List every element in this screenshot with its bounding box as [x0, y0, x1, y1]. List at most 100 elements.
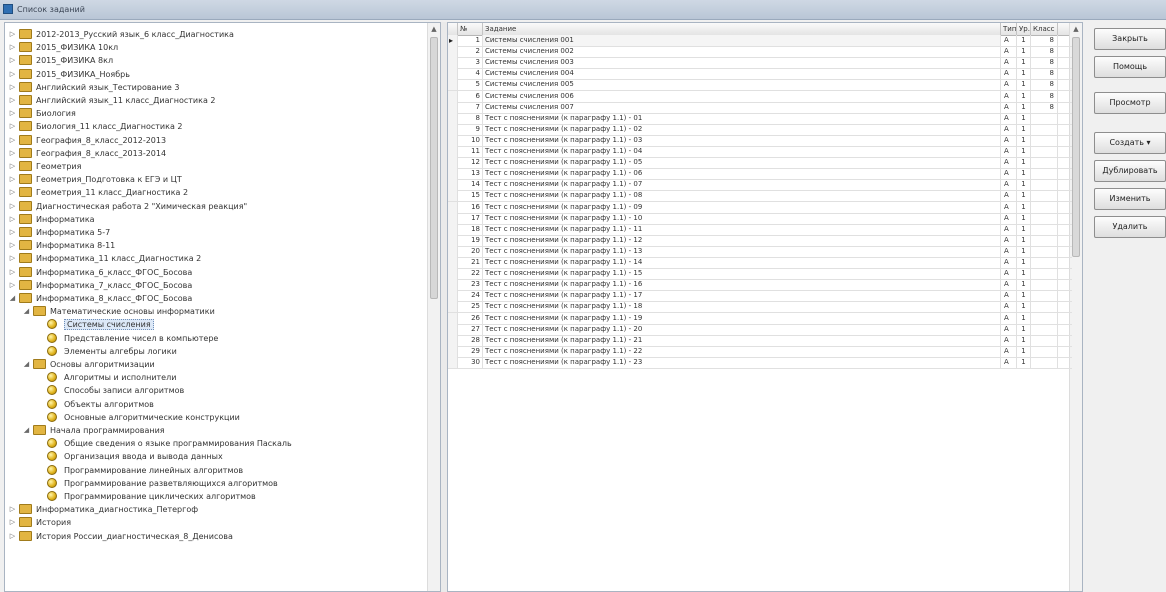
tree-folder-item[interactable]: ▷ Информатика_11 класс_Диагностика 2: [5, 252, 425, 265]
grid-scroll-thumb[interactable]: [1072, 37, 1080, 257]
row-selector[interactable]: [448, 290, 458, 302]
row-selector[interactable]: [448, 146, 458, 157]
tree-topic-item[interactable]: Организация ввода и вывода данных: [5, 450, 425, 463]
help-button[interactable]: Помощь: [1094, 56, 1166, 78]
expand-icon[interactable]: ▷: [9, 531, 16, 542]
tree-folder-item[interactable]: ◢ Математические основы информатики: [5, 305, 425, 318]
tree-folder-item[interactable]: ▷ История: [5, 516, 425, 529]
expand-icon[interactable]: ▷: [9, 42, 16, 53]
tree-topic-item[interactable]: Программирование разветвляющихся алгорит…: [5, 477, 425, 490]
collapse-icon[interactable]: ◢: [9, 293, 16, 304]
tree-topic-item[interactable]: Элементы алгебры логики: [5, 345, 425, 358]
tree-folder-item[interactable]: ▷ Биология: [5, 107, 425, 120]
scroll-up-icon[interactable]: ▲: [1070, 23, 1082, 35]
tasks-grid[interactable]: № Задание Тип Ур. Класс ▲ 1 Системы счисл…: [447, 22, 1083, 592]
expand-icon[interactable]: ▷: [9, 174, 16, 185]
row-selector[interactable]: [448, 223, 458, 235]
header-num[interactable]: №: [458, 23, 483, 35]
tree-folder-item[interactable]: ▷ Информатика_6_класс_ФГОС_Босова: [5, 266, 425, 279]
tree-folder-item[interactable]: ▷ История России_диагностическая_8_Денисо…: [5, 530, 425, 543]
row-selector[interactable]: [448, 234, 458, 246]
tree-folder-item[interactable]: ▷ География_8_класс_2012-2013: [5, 134, 425, 147]
expand-icon[interactable]: ▷: [9, 95, 16, 106]
row-selector[interactable]: [448, 323, 458, 335]
tree-folder-item[interactable]: ▷ Диагностическая работа 2 "Химическая ре…: [5, 200, 425, 213]
expand-icon[interactable]: ▷: [9, 29, 16, 40]
row-selector[interactable]: [448, 190, 458, 202]
expand-icon[interactable]: ▷: [9, 504, 16, 515]
expand-icon[interactable]: ▷: [9, 148, 16, 159]
tree-folder-item[interactable]: ▷ Информатика: [5, 213, 425, 226]
tree-scrollbar[interactable]: ▲: [427, 23, 440, 591]
tree-folder-item[interactable]: ▷ Английский язык_Тестирование 3: [5, 81, 425, 94]
expand-icon[interactable]: ▷: [9, 161, 16, 172]
row-selector[interactable]: [448, 312, 458, 324]
row-selector[interactable]: [448, 157, 458, 169]
row-selector[interactable]: [448, 201, 458, 213]
expand-icon[interactable]: ▷: [9, 121, 16, 132]
expand-icon[interactable]: ▷: [9, 187, 16, 198]
topic-tree[interactable]: ▲ ▷ 2012-2013_Русский язык_6 класс_Диагно…: [4, 22, 441, 592]
tree-folder-item[interactable]: ◢ Основы алгоритмизации: [5, 358, 425, 371]
tree-folder-item[interactable]: ▷ Геометрия_11 класс_Диагностика 2: [5, 186, 425, 199]
create-button[interactable]: Создать ▾: [1094, 132, 1166, 154]
tree-topic-item[interactable]: Основные алгоритмические конструкции: [5, 411, 425, 424]
edit-button[interactable]: Изменить: [1094, 188, 1166, 210]
preview-button[interactable]: Просмотр: [1094, 92, 1166, 114]
expand-icon[interactable]: ▷: [9, 214, 16, 225]
duplicate-button[interactable]: Дублировать: [1094, 160, 1166, 182]
row-selector[interactable]: [448, 345, 458, 357]
tree-scroll-thumb[interactable]: [430, 37, 438, 299]
row-selector[interactable]: [448, 257, 458, 268]
tree-topic-item[interactable]: Объекты алгоритмов: [5, 398, 425, 411]
row-selector[interactable]: [448, 46, 458, 58]
tree-topic-item[interactable]: Алгоритмы и исполнители: [5, 371, 425, 384]
collapse-icon[interactable]: ◢: [23, 425, 30, 436]
tree-folder-item[interactable]: ▷ Информатика_диагностика_Петергоф: [5, 503, 425, 516]
expand-icon[interactable]: ▷: [9, 82, 16, 93]
close-button[interactable]: Закрыть: [1094, 28, 1166, 50]
header-type[interactable]: Тип: [1001, 23, 1017, 35]
row-selector[interactable]: [448, 35, 458, 46]
row-selector[interactable]: [448, 356, 458, 368]
table-row[interactable]: 30 Тест с пояснениями (к параграфу 1.1) -…: [448, 356, 1072, 369]
tree-folder-item[interactable]: ▷ Информатика_7_класс_ФГОС_Босова: [5, 279, 425, 292]
tree-topic-item[interactable]: Системы счисления: [5, 318, 425, 331]
row-selector[interactable]: [448, 212, 458, 224]
tree-topic-item[interactable]: Способы записи алгоритмов: [5, 384, 425, 397]
delete-button[interactable]: Удалить: [1094, 216, 1166, 238]
tree-folder-item[interactable]: ▷ 2015_ФИЗИКА 10кл: [5, 41, 425, 54]
expand-icon[interactable]: ▷: [9, 240, 16, 251]
row-selector[interactable]: [448, 168, 458, 180]
scroll-up-icon[interactable]: ▲: [428, 23, 440, 35]
expand-icon[interactable]: ▷: [9, 517, 16, 528]
row-selector[interactable]: [448, 268, 458, 280]
tree-folder-item[interactable]: ▷ Английский язык_11 класс_Диагностика 2: [5, 94, 425, 107]
tree-folder-item[interactable]: ◢ Информатика_8_класс_ФГОС_Босова: [5, 292, 425, 305]
expand-icon[interactable]: ▷: [9, 55, 16, 66]
row-selector[interactable]: [448, 123, 458, 135]
tree-folder-item[interactable]: ▷ 2012-2013_Русский язык_6 класс_Диагност…: [5, 28, 425, 41]
header-task[interactable]: Задание: [483, 23, 1001, 35]
collapse-icon[interactable]: ◢: [23, 359, 30, 370]
tree-folder-item[interactable]: ▷ 2015_ФИЗИКА_Ноябрь: [5, 68, 425, 81]
header-class[interactable]: Класс: [1031, 23, 1058, 35]
expand-icon[interactable]: ▷: [9, 267, 16, 278]
row-selector[interactable]: [448, 101, 458, 113]
expand-icon[interactable]: ▷: [9, 253, 16, 264]
collapse-icon[interactable]: ◢: [23, 306, 30, 317]
tree-folder-item[interactable]: ▷ Геометрия_Подготовка к ЕГЭ и ЦТ: [5, 173, 425, 186]
row-selector[interactable]: [448, 245, 458, 257]
tree-topic-item[interactable]: Программирование циклических алгоритмов: [5, 490, 425, 503]
row-selector[interactable]: [448, 90, 458, 102]
expand-icon[interactable]: ▷: [9, 135, 16, 146]
row-selector[interactable]: [448, 279, 458, 291]
tree-topic-item[interactable]: Программирование линейных алгоритмов: [5, 464, 425, 477]
row-selector[interactable]: [448, 334, 458, 346]
expand-icon[interactable]: ▷: [9, 69, 16, 80]
tree-folder-item[interactable]: ▷ Биология_11 класс_Диагностика 2: [5, 120, 425, 133]
header-level[interactable]: Ур.: [1017, 23, 1031, 35]
tree-folder-item[interactable]: ▷ Геометрия: [5, 160, 425, 173]
tree-topic-item[interactable]: Представление чисел в компьютере: [5, 332, 425, 345]
tree-topic-item[interactable]: Общие сведения о языке программирования …: [5, 437, 425, 450]
